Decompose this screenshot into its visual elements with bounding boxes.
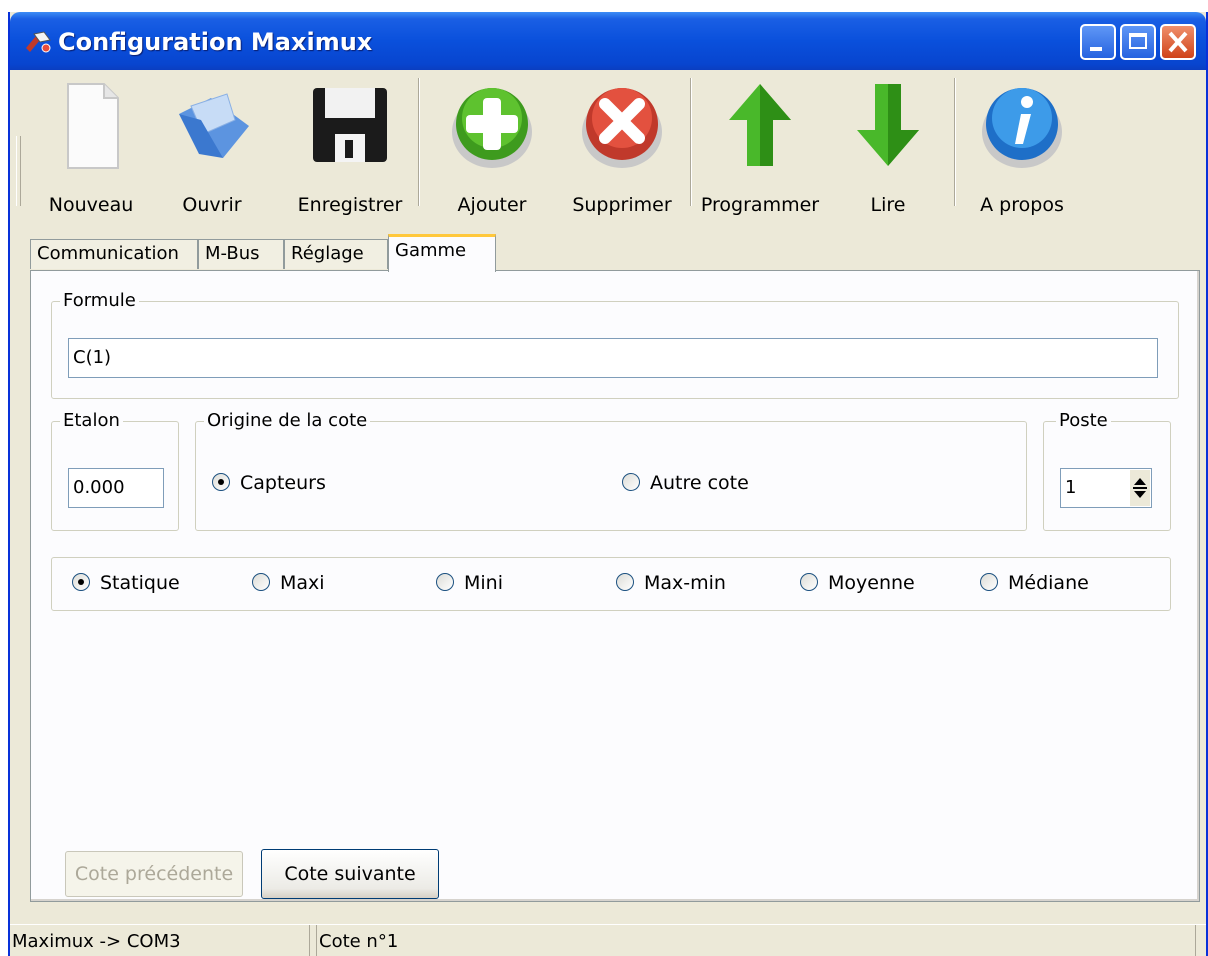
gamme-panel: Formule C(1) Etalon 0.000 Origine de la … — [30, 270, 1200, 902]
program-label: Programmer — [700, 194, 820, 216]
main-window: Configuration Maximux Nouveau Ouvrir Enr… — [8, 12, 1208, 956]
radio-capteurs[interactable]: Capteurs — [212, 472, 326, 494]
tab-communication[interactable]: Communication — [30, 239, 198, 269]
radio-mini-label: Mini — [464, 572, 503, 594]
toolbar-separator — [954, 78, 956, 206]
radio-statique[interactable]: Statique — [72, 572, 180, 594]
radio-autre-cote-label: Autre cote — [650, 472, 749, 494]
next-cote-button[interactable]: Cote suivante — [261, 849, 439, 899]
radio-autre-cote[interactable]: Autre cote — [622, 472, 749, 494]
green-plus-icon — [452, 88, 532, 168]
save-button[interactable]: Enregistrer — [290, 74, 410, 218]
origine-group: Origine de la cote Capteurs Autre cote — [195, 410, 1027, 531]
spinner-buttons[interactable] — [1130, 470, 1150, 506]
maximize-icon — [1129, 33, 1147, 49]
about-label: A propos — [980, 194, 1064, 216]
new-document-icon — [67, 83, 119, 169]
etalon-legend: Etalon — [60, 410, 123, 431]
radio-indicator — [616, 572, 634, 591]
maximize-button[interactable] — [1120, 24, 1156, 60]
delete-button[interactable]: Supprimer — [562, 74, 682, 218]
radio-mediane[interactable]: Médiane — [980, 572, 1089, 594]
toolbar-grip[interactable] — [16, 136, 21, 206]
status-bar: Maximux -> COM3 Cote n°1 — [10, 924, 1206, 956]
radio-maxi[interactable]: Maxi — [252, 572, 325, 594]
mode-group: Statique Maxi Mini Max-min Moyenne Média… — [51, 557, 1171, 611]
radio-mini[interactable]: Mini — [436, 572, 503, 594]
etalon-group: Etalon 0.000 — [51, 410, 179, 531]
toolbar-separator — [690, 78, 692, 206]
close-button[interactable] — [1160, 24, 1196, 60]
radio-max-min[interactable]: Max-min — [616, 572, 726, 594]
new-label: Nouveau — [48, 194, 134, 216]
formule-group: Formule C(1) — [51, 290, 1179, 399]
tab-m-bus[interactable]: M-Bus — [198, 239, 284, 269]
delete-label: Supprimer — [572, 194, 672, 216]
status-cote: Cote n°1 — [316, 925, 1196, 956]
window-title: Configuration Maximux — [58, 28, 373, 56]
new-button[interactable]: Nouveau — [38, 74, 144, 218]
spinner-arrows-icon — [1133, 478, 1147, 498]
formule-legend: Formule — [60, 290, 139, 311]
minimize-icon — [1090, 47, 1102, 51]
formule-input[interactable]: C(1) — [68, 338, 1158, 378]
radio-max-min-label: Max-min — [644, 572, 726, 594]
radio-checked-indicator — [72, 572, 90, 591]
open-button[interactable]: Ouvrir — [160, 74, 264, 218]
minimize-button[interactable] — [1080, 24, 1116, 60]
radio-mediane-label: Médiane — [1008, 572, 1089, 594]
toolbar-separator — [418, 78, 420, 206]
floppy-disk-icon — [313, 88, 387, 162]
radio-maxi-label: Maxi — [280, 572, 325, 594]
toolbar: Nouveau Ouvrir Enregistrer Ajouter Suppr… — [10, 70, 1206, 220]
radio-indicator — [622, 472, 640, 491]
green-down-arrow-icon — [857, 84, 919, 166]
read-label: Lire — [870, 194, 906, 216]
origine-legend: Origine de la cote — [204, 410, 371, 431]
read-button[interactable]: Lire — [838, 74, 938, 218]
poste-value: 1 — [1065, 477, 1077, 498]
add-label: Ajouter — [457, 194, 527, 216]
etalon-input[interactable]: 0.000 — [68, 468, 164, 508]
status-connection: Maximux -> COM3 — [10, 925, 310, 956]
red-x-icon — [582, 88, 662, 168]
radio-statique-label: Statique — [100, 572, 180, 594]
poste-legend: Poste — [1056, 410, 1111, 431]
app-icon — [26, 31, 51, 53]
tab-gamme[interactable]: Gamme — [388, 234, 496, 272]
radio-indicator — [800, 572, 818, 591]
radio-capteurs-label: Capteurs — [240, 472, 326, 494]
save-label: Enregistrer — [297, 194, 403, 216]
radio-moyenne[interactable]: Moyenne — [800, 572, 915, 594]
radio-moyenne-label: Moyenne — [828, 572, 915, 594]
title-bar[interactable]: Configuration Maximux — [10, 12, 1206, 70]
about-button[interactable]: A propos — [970, 74, 1074, 218]
add-button[interactable]: Ajouter — [440, 74, 544, 218]
info-icon — [982, 88, 1062, 168]
open-label: Ouvrir — [182, 194, 242, 216]
green-up-arrow-icon — [729, 84, 791, 166]
poste-spinner[interactable]: 1 — [1060, 468, 1152, 508]
radio-indicator — [252, 572, 270, 591]
radio-checked-indicator — [212, 472, 230, 491]
poste-group: Poste 1 — [1043, 410, 1171, 531]
program-button[interactable]: Programmer — [698, 74, 822, 218]
radio-indicator — [436, 572, 454, 591]
previous-cote-button[interactable]: Cote précédente — [65, 851, 243, 897]
tab-reglage[interactable]: Réglage — [284, 239, 388, 269]
radio-indicator — [980, 572, 998, 591]
open-folder-icon — [179, 93, 249, 158]
close-icon — [1168, 31, 1188, 53]
